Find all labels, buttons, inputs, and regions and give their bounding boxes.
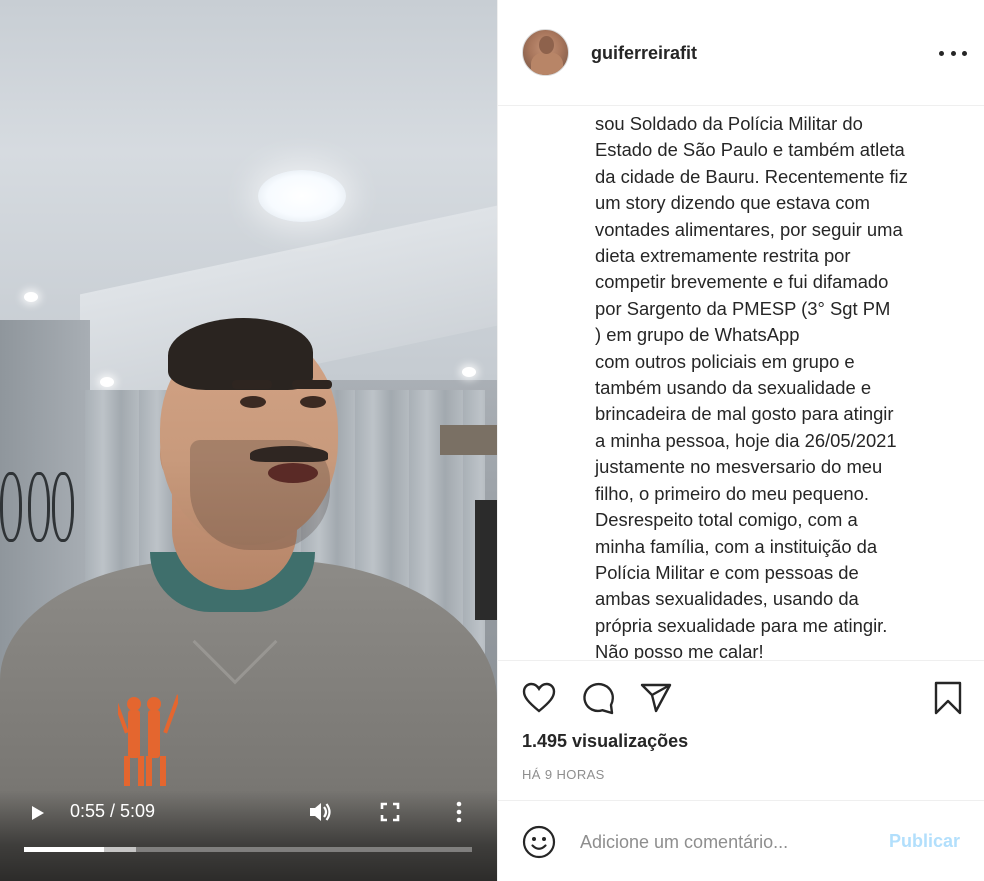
publish-button[interactable]: Publicar <box>889 830 960 852</box>
video-frame-tv <box>475 500 497 620</box>
avatar-figure <box>531 52 563 75</box>
emoji-icon <box>522 825 556 859</box>
more-horizontal-icon <box>950 50 956 56</box>
video-frame-person-mustache <box>250 446 328 462</box>
comment-icon <box>583 682 614 715</box>
comment-bar: Publicar <box>498 800 984 881</box>
video-frame-person-brow <box>292 380 332 389</box>
more-vertical-icon <box>456 801 462 823</box>
video-frame-spotlight <box>24 292 38 302</box>
video-more-options-button[interactable] <box>452 800 466 824</box>
share-button[interactable] <box>638 680 674 716</box>
heart-icon <box>522 682 556 713</box>
video-frame-spotlight <box>100 377 114 387</box>
caption-scroll-area[interactable]: sou Soldado da Polícia Militar do Estado… <box>498 107 984 659</box>
video-frame-wall-decoration <box>28 472 50 542</box>
video-frame-wall-decoration <box>0 472 22 542</box>
video-player[interactable]: 0:55 / 5:09 <box>0 0 497 881</box>
more-horizontal-icon <box>962 50 967 56</box>
video-frame-wall-decoration <box>52 472 74 542</box>
video-frame-ceiling-light <box>258 170 346 222</box>
post-header: guiferreirafit <box>498 0 984 106</box>
post-panel: guiferreirafit sou Soldado da Polícia Mi… <box>497 0 984 881</box>
sweater-logo-icon <box>118 694 178 786</box>
post-timestamp[interactable]: HÁ 9 HORAS <box>522 767 605 783</box>
play-button[interactable] <box>24 800 50 826</box>
fullscreen-icon <box>380 802 400 822</box>
video-frame-person-brow <box>232 380 272 389</box>
like-button[interactable] <box>521 680 557 716</box>
save-button[interactable] <box>930 680 966 716</box>
video-frame-person-eye <box>240 396 266 408</box>
view-count[interactable]: 1.495 visualizações <box>522 730 688 752</box>
emoji-button[interactable] <box>520 823 558 861</box>
video-played-bar <box>24 847 104 852</box>
more-horizontal-icon <box>939 50 944 56</box>
video-time-display: 0:55 / 5:09 <box>70 801 156 821</box>
fullscreen-button[interactable] <box>378 800 402 824</box>
volume-icon <box>310 803 331 821</box>
post-caption: sou Soldado da Polícia Militar do Estado… <box>595 113 908 659</box>
volume-button[interactable] <box>306 798 334 826</box>
more-options-button[interactable] <box>939 42 967 64</box>
username-link[interactable]: guiferreirafit <box>591 42 697 64</box>
avatar[interactable] <box>522 29 569 76</box>
share-icon <box>640 683 672 713</box>
video-frame-person-eye <box>300 396 326 408</box>
video-frame-spotlight <box>462 367 476 377</box>
video-progress-bar[interactable] <box>24 847 472 852</box>
avatar-figure-head <box>539 36 554 54</box>
video-frame-shelf <box>440 425 497 455</box>
bookmark-icon <box>934 681 962 715</box>
play-icon <box>32 806 44 820</box>
video-frame-person-mouth <box>268 463 318 483</box>
comment-button[interactable] <box>580 680 616 716</box>
comment-input[interactable] <box>580 827 860 857</box>
post-actions: 1.495 visualizações HÁ 9 HORAS <box>498 660 984 800</box>
